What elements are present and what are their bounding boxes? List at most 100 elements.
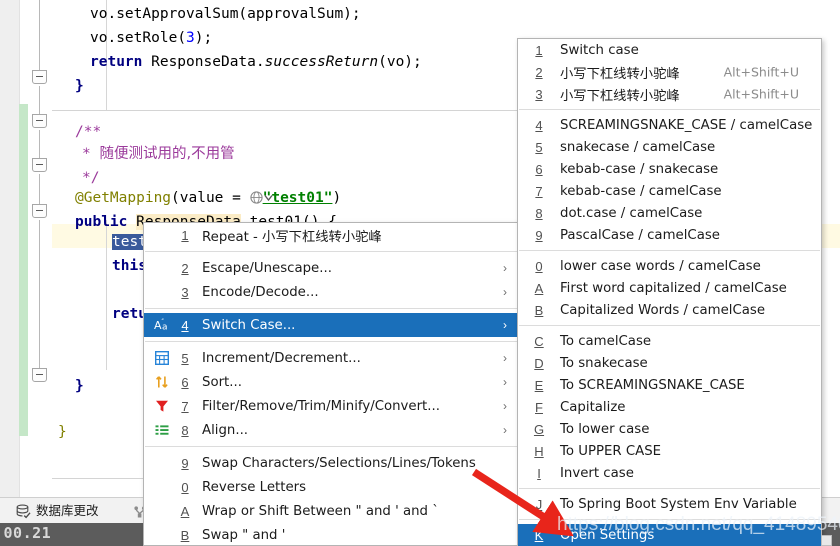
- fold-line-inner: [39, 130, 40, 160]
- menu-item-label: SCREAMINGSNAKE_CASE / camelCase: [560, 117, 813, 133]
- code-token: (value =: [171, 190, 250, 206]
- code-token: }: [75, 378, 84, 394]
- menu-item-mnemonic: 4: [535, 117, 543, 133]
- menu-item-label: Align...: [202, 422, 249, 438]
- menu-item-mnemonic: 0: [181, 479, 189, 495]
- code-token: public: [75, 214, 128, 230]
- menu-item-label: To camelCase: [560, 333, 652, 349]
- code-line-18: }: [58, 420, 67, 444]
- menu-item-kebab-case-snakecase[interactable]: 6 kebab-case / snakecase: [518, 158, 821, 180]
- menu-item-label: Encode/Decode...: [202, 284, 319, 300]
- menu-item-capitalized-words-camelcase[interactable]: B Capitalized Words / camelCase: [518, 299, 821, 321]
- status-db-changes[interactable]: 数据库更改: [16, 502, 99, 520]
- code-token: vo.: [90, 6, 117, 22]
- menu-item-dot-case-camelcase[interactable]: 8 dot.case / camelCase: [518, 202, 821, 224]
- menu-item-label: Capitalized Words / camelCase: [560, 302, 766, 318]
- menu-item-label: To Spring Boot System Env Variable: [560, 496, 797, 512]
- menu-item-mnemonic: 8: [535, 205, 543, 221]
- code-line-16: }: [75, 374, 84, 398]
- menu-item-label: First word capitalized / camelCase: [560, 280, 787, 296]
- menu-item-kebab-case-camelcase[interactable]: 7 kebab-case / camelCase: [518, 180, 821, 202]
- menu-item-screamingsnake-case-camelcase[interactable]: 4 SCREAMINGSNAKE_CASE / camelCase: [518, 114, 821, 136]
- chevron-right-icon: ›: [503, 318, 507, 332]
- editor-gutter[interactable]: [0, 0, 20, 497]
- menu-item-wrap-or-shift-between-and-and[interactable]: A Wrap or Shift Between " and ' and `: [144, 499, 519, 523]
- code-token: setApprovalSum: [116, 6, 239, 22]
- menu-item-label: Switch Case...: [202, 317, 296, 333]
- menu-item-first-word-capitalized-camelcase[interactable]: A First word capitalized / camelCase: [518, 277, 821, 299]
- menu-item-sort[interactable]: 6 Sort... ›: [144, 370, 519, 394]
- menu-item-encode-decode[interactable]: 3 Encode/Decode... ›: [144, 280, 519, 304]
- sort-icon: [154, 374, 170, 390]
- menu-item-to-screamingsnake-case[interactable]: E To SCREAMINGSNAKE_CASE: [518, 374, 821, 396]
- menu-item-to-snakecase[interactable]: D To snakecase: [518, 352, 821, 374]
- menu-item-reverse-letters[interactable]: 0 Reverse Letters: [144, 475, 519, 499]
- menu-item-switch-case[interactable]: 1 Switch case: [518, 39, 821, 61]
- chevron-right-icon: ›: [503, 399, 507, 413]
- menu-item-capitalize[interactable]: F Capitalize: [518, 396, 821, 418]
- menu-separator: [145, 446, 518, 447]
- menu-item-mnemonic: 8: [181, 422, 189, 438]
- fold-marker-3[interactable]: [32, 158, 47, 172]
- menu-item-lower-case-words-camelcase[interactable]: 0 lower case words / camelCase: [518, 255, 821, 277]
- code-line-7: * 随便测试用的,不用管: [82, 142, 235, 166]
- menu-separator: [145, 251, 518, 252]
- menu-item-mnemonic: 1: [535, 42, 543, 58]
- code-token: 3: [186, 30, 195, 46]
- menu-item-swap-and[interactable]: B Swap " and ': [144, 523, 519, 546]
- watermark-text: https://blog.csdn.net/qq_41489540: [557, 514, 840, 535]
- menu-item-increment-decrement[interactable]: 5 Increment/Decrement... ›: [144, 346, 519, 370]
- menu-item-escape-unescape[interactable]: 2 Escape/Unescape... ›: [144, 256, 519, 280]
- menu-item-switch-case[interactable]: Aa 4 Switch Case... ›: [144, 313, 519, 337]
- menu-item-label: PascalCase / camelCase: [560, 227, 720, 243]
- menu-item-to-lower-case[interactable]: G To lower case: [518, 418, 821, 440]
- menu-item-item-1[interactable]: 2 小写下杠线转小驼峰 Alt+Shift+U: [518, 61, 821, 83]
- fold-line-body: [39, 220, 40, 370]
- fold-marker-1[interactable]: [32, 70, 47, 84]
- code-token: /**: [75, 124, 102, 140]
- menu-item-to-upper-case[interactable]: H To UPPER CASE: [518, 440, 821, 462]
- fold-marker-2[interactable]: [32, 114, 47, 128]
- menu-item-align[interactable]: 8 Align... ›: [144, 418, 519, 442]
- menu-item-mnemonic: 5: [535, 139, 543, 155]
- menu-item-mnemonic: 9: [535, 227, 543, 243]
- menu-item-item-2[interactable]: 3 小写下杠线转小驼峰 Alt+Shift+U: [518, 83, 821, 105]
- menu-item-label: To snakecase: [560, 355, 648, 371]
- menu-item-to-camelcase[interactable]: C To camelCase: [518, 330, 821, 352]
- code-line-9: @GetMapping(value = "test01"): [75, 186, 341, 210]
- menu-item-label: lower case words / camelCase: [560, 258, 761, 274]
- status-db-changes-label: 数据库更改: [36, 503, 99, 518]
- menu-item-label: Escape/Unescape...: [202, 260, 332, 276]
- menu-item-snakecase-camelcase[interactable]: 5 snakecase / camelCase: [518, 136, 821, 158]
- fold-marker-5[interactable]: [32, 368, 47, 382]
- code-token: (approvalSum);: [238, 6, 361, 22]
- menu-item-pascalcase-camelcase[interactable]: 9 PascalCase / camelCase: [518, 224, 821, 246]
- menu-separator: [519, 250, 820, 251]
- menu-item-repeat[interactable]: 1 Repeat - 小写下杠线转小驼峰: [144, 223, 519, 247]
- fold-marker-4[interactable]: [32, 204, 47, 218]
- filter-icon: [154, 398, 170, 414]
- menu-item-label: kebab-case / camelCase: [560, 183, 722, 199]
- code-token: setRole: [116, 30, 178, 46]
- menu-item-filter-remove-trim-minify-convert[interactable]: 7 Filter/Remove/Trim/Minify/Convert... ›: [144, 394, 519, 418]
- menu-item-mnemonic: G: [533, 421, 545, 437]
- menu-item-mnemonic: E: [534, 377, 544, 393]
- code-line-6: /**: [75, 120, 101, 144]
- menu-item-label: Repeat - 小写下杠线转小驼峰: [202, 229, 382, 245]
- fold-column[interactable]: [28, 0, 52, 497]
- fold-line-outer-2: [39, 86, 40, 116]
- menu-item-swap-characters-selections-lines-tokens[interactable]: 9 Swap Characters/Selections/Lines/Tokens: [144, 451, 519, 475]
- chevron-right-icon: ›: [503, 375, 507, 389]
- code-token-cn: 随便测试用的,不用管: [99, 146, 235, 162]
- web-reference-icon[interactable]: [249, 188, 273, 204]
- menu-item-mnemonic: 4: [181, 317, 189, 333]
- menu-item-mnemonic: F: [535, 399, 543, 415]
- resize-grip[interactable]: [821, 535, 832, 546]
- svg-text:A: A: [154, 319, 162, 332]
- menu-item-label: Increment/Decrement...: [202, 350, 361, 366]
- menu-separator: [519, 109, 820, 110]
- ide-window: vo.setApprovalSum(approvalSum); vo.setRo…: [0, 0, 840, 546]
- chevron-right-icon: ›: [503, 285, 507, 299]
- string-manipulation-menu[interactable]: 1 Repeat - 小写下杠线转小驼峰 2 Escape/Unescape... › 3…: [143, 222, 520, 546]
- menu-item-label: Switch case: [560, 42, 639, 58]
